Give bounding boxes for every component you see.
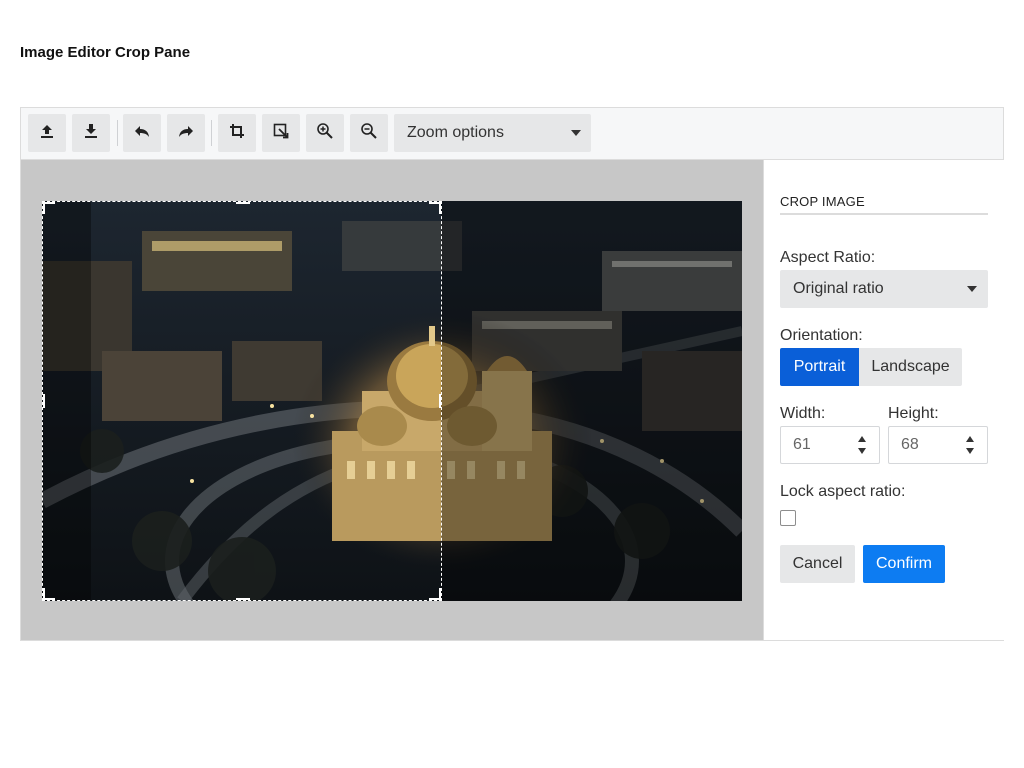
upload-icon [38,122,56,145]
open-button[interactable] [28,114,66,152]
zoom-options-dropdown[interactable]: Zoom options [394,114,591,152]
orientation-portrait-button[interactable]: Portrait [780,348,859,386]
orientation-landscape-button[interactable]: Landscape [859,348,962,386]
crop-icon [228,122,246,145]
transform-button[interactable] [262,114,300,152]
crop-handle-top[interactable] [236,202,250,204]
lock-aspect-ratio-checkbox[interactable] [780,510,796,526]
redo-button[interactable] [167,114,205,152]
aspect-ratio-label: Aspect Ratio: [780,249,876,266]
canvas-area [21,160,763,640]
undo-icon [133,122,151,145]
crop-handle-left[interactable] [43,394,45,408]
chevron-down-icon [967,286,977,292]
crop-panel: CROP IMAGE Aspect Ratio: Original ratio … [763,160,1004,640]
width-stepper[interactable] [847,427,879,463]
aspect-ratio-value: Original ratio [793,280,884,297]
crop-handle-bottom-left[interactable] [43,588,45,600]
cancel-button[interactable]: Cancel [780,545,855,583]
crop-handle-top-left[interactable] [43,202,45,214]
height-field [888,426,988,464]
crop-handle-bottom-right[interactable] [439,588,441,600]
stepper-down-icon [966,448,974,454]
zoom-options-label: Zoom options [407,124,504,141]
save-button[interactable] [72,114,110,152]
aspect-ratio-select[interactable]: Original ratio [780,270,988,308]
chevron-down-icon [571,130,581,136]
height-label: Height: [888,405,939,422]
crop-selection-box[interactable] [42,201,442,601]
image-editor: Zoom options CROP IMAGE Aspect Ratio: Or… [20,107,1004,641]
width-input[interactable] [793,436,843,454]
toolbar-separator [211,120,212,146]
page-title: Image Editor Crop Pane [20,44,191,61]
crop-handle-bottom[interactable] [236,598,250,600]
download-icon [82,122,100,145]
stepper-up-icon [966,436,974,442]
crop-panel-heading: CROP IMAGE [780,194,988,215]
zoom-in-icon [316,122,334,145]
height-stepper[interactable] [955,427,987,463]
crop-button[interactable] [218,114,256,152]
confirm-button[interactable]: Confirm [863,545,945,583]
transform-icon [272,122,290,145]
toolbar: Zoom options [21,108,1003,160]
lock-aspect-ratio-label: Lock aspect ratio: [780,483,906,500]
undo-button[interactable] [123,114,161,152]
width-label: Width: [780,405,826,422]
zoom-out-button[interactable] [350,114,388,152]
stepper-down-icon [858,448,866,454]
toolbar-separator [117,120,118,146]
crop-handle-right[interactable] [439,394,441,408]
redo-icon [177,122,195,145]
width-field [780,426,880,464]
stepper-up-icon [858,436,866,442]
crop-handle-top-right[interactable] [439,202,441,214]
height-input[interactable] [901,436,951,454]
zoom-out-icon [360,122,378,145]
orientation-label: Orientation: [780,327,863,344]
zoom-in-button[interactable] [306,114,344,152]
